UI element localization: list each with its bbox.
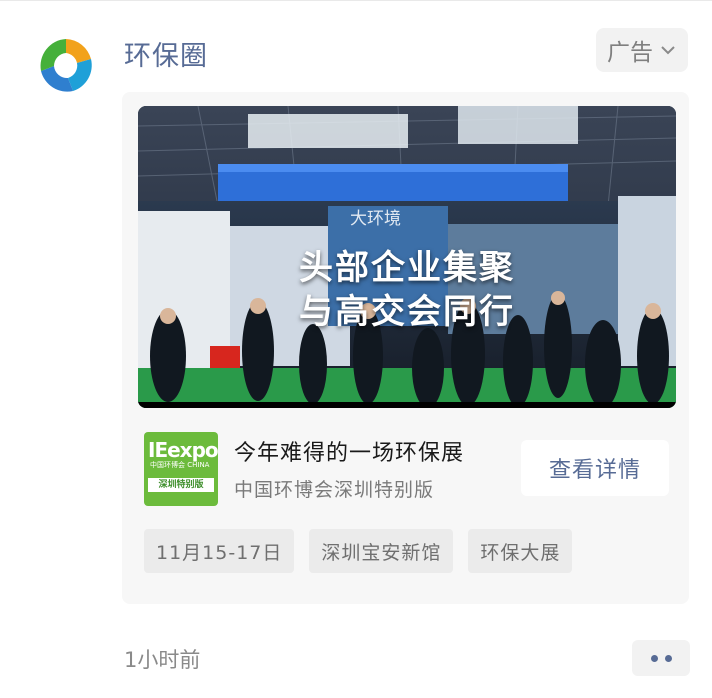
- ad-card[interactable]: 大环境 头部企业集聚 与高交会同行 IEexpo 中国环博会 CHINA 深圳特…: [122, 92, 689, 604]
- chevron-down-icon: [661, 46, 675, 55]
- more-dots-icon: [650, 654, 658, 662]
- ad-hero-image[interactable]: 大环境 头部企业集聚 与高交会同行: [138, 106, 676, 408]
- hero-caption: 头部企业集聚 与高交会同行: [138, 246, 676, 334]
- post-time: 1小时前: [124, 648, 201, 672]
- author-name[interactable]: 环保圈: [124, 34, 208, 73]
- author-avatar[interactable]: [33, 33, 99, 99]
- logo-subtext: 中国环博会 CHINA: [150, 461, 210, 469]
- hero-caption-line1: 头部企业集聚: [299, 248, 515, 288]
- ad-title[interactable]: 今年难得的一场环保展: [234, 435, 464, 467]
- view-details-button[interactable]: 查看详情: [521, 440, 669, 496]
- more-dots-icon: [664, 654, 672, 662]
- tag-date[interactable]: 11月15-17日: [144, 529, 295, 573]
- ad-label-text: 广告: [607, 40, 653, 66]
- avatar-logo-icon: [33, 33, 99, 99]
- logo-ribbon: 深圳特别版: [148, 478, 214, 492]
- logo-text: IEexpo: [148, 438, 218, 462]
- tag-venue[interactable]: 深圳宝安新馆: [309, 529, 454, 573]
- ad-subtitle: 中国环博会深圳特别版: [234, 479, 435, 501]
- top-divider: [0, 0, 712, 1]
- ad-tags: 11月15-17日 深圳宝安新馆 环保大展: [144, 529, 573, 573]
- ieexpo-logo: IEexpo 中国环博会 CHINA 深圳特别版: [144, 432, 218, 506]
- tag-category[interactable]: 环保大展: [468, 529, 573, 573]
- hero-caption-line2: 与高交会同行: [299, 292, 515, 332]
- booth-sign-text: 大环境: [350, 209, 401, 229]
- ad-label-button[interactable]: 广告: [596, 28, 688, 72]
- more-button[interactable]: [632, 640, 690, 676]
